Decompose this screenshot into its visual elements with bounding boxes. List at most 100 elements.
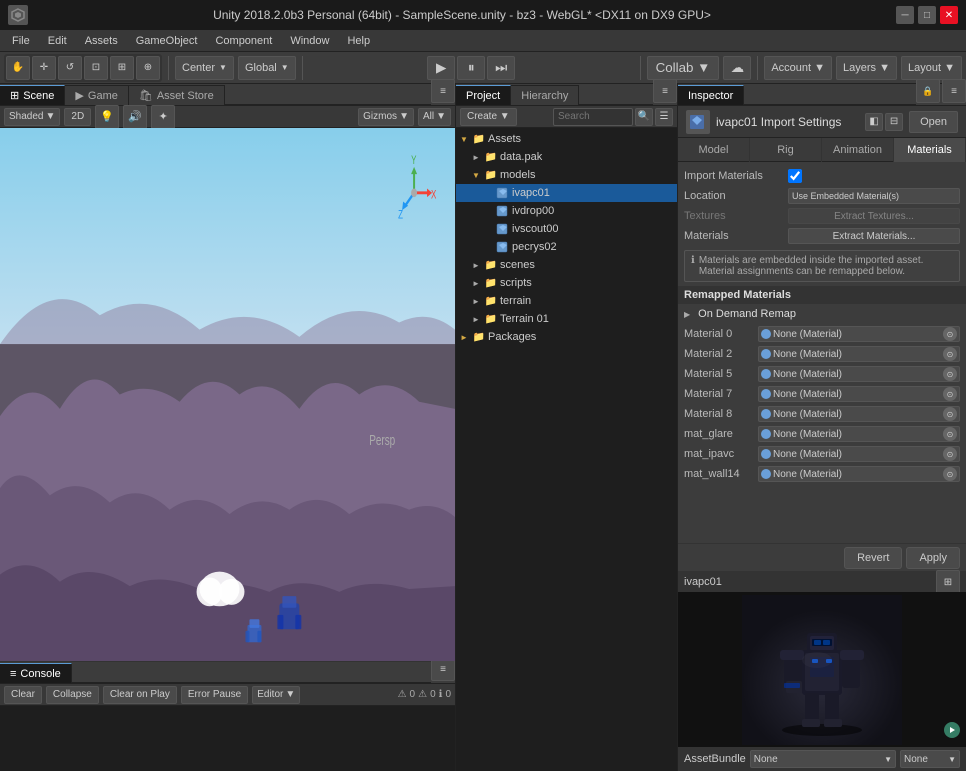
material-picker-button[interactable]: ⊙ (943, 387, 957, 401)
material-picker-button[interactable]: ⊙ (943, 467, 957, 481)
material-none-label: None (Material) (773, 469, 842, 480)
tree-item-scenes[interactable]: ► 📁 scenes (456, 256, 677, 274)
error-pause-button[interactable]: Error Pause (181, 686, 248, 704)
menu-assets[interactable]: Assets (77, 33, 126, 49)
material-picker-button[interactable]: ⊙ (943, 447, 957, 461)
toolbar-sep-4 (757, 56, 758, 80)
tree-item-terrain[interactable]: ► 📁 terrain (456, 292, 677, 310)
material-picker-button[interactable]: ⊙ (943, 367, 957, 381)
scene-light-button[interactable]: 💡 (95, 105, 119, 129)
sub-tab-model[interactable]: Model (678, 138, 750, 162)
scene-audio-button[interactable]: 🔊 (123, 105, 147, 129)
tab-asset-store[interactable]: 🛍 Asset Store (129, 85, 225, 105)
assetbundle-variant-dropdown[interactable]: None ▼ (900, 750, 960, 768)
search-input[interactable] (553, 108, 633, 126)
scene-effects-button[interactable]: ✦ (151, 105, 175, 129)
global-dropdown[interactable]: Global ▼ (238, 56, 296, 80)
editor-dropdown[interactable]: Editor ▼ (252, 686, 300, 704)
project-options-button[interactable]: ≡ (653, 79, 677, 103)
sub-tab-rig[interactable]: Rig (750, 138, 822, 162)
inspector-panel: Inspector 🔒 ≡ ivapc01 Import Settings ◧ … (678, 84, 966, 771)
tab-console[interactable]: ≡ Console (0, 663, 72, 683)
collapse-button[interactable]: Collapse (46, 686, 99, 704)
shading-dropdown[interactable]: Shaded ▼ (4, 108, 60, 126)
tree-item-ivapc01[interactable]: ivapc01 (456, 184, 677, 202)
inspector-icon-btn-1[interactable]: ◧ (865, 113, 883, 131)
maximize-button[interactable]: □ (918, 6, 936, 24)
label-scripts: scripts (500, 277, 532, 289)
tab-hierarchy[interactable]: Hierarchy (511, 85, 579, 105)
assetbundle-dropdown[interactable]: None ▼ (750, 750, 896, 768)
tab-inspector[interactable]: Inspector (678, 85, 744, 105)
sub-tab-materials[interactable]: Materials (894, 138, 966, 162)
location-dropdown[interactable]: Use Embedded Material(s) (788, 188, 960, 204)
move-tool-button[interactable]: ✛ (32, 56, 56, 80)
gizmos-dropdown[interactable]: Gizmos ▼ (358, 108, 414, 126)
tree-item-assets[interactable]: ▼ 📁 Assets (456, 130, 677, 148)
tree-item-models[interactable]: ▼ 📁 models (456, 166, 677, 184)
preview-canvas[interactable] (678, 592, 966, 747)
filter-button[interactable]: ☰ (655, 108, 673, 126)
extract-materials-button[interactable]: Extract Materials... (788, 228, 960, 244)
tree-item-ivdrop00[interactable]: ivdrop00 (456, 202, 677, 220)
import-materials-checkbox[interactable] (788, 169, 802, 183)
apply-button[interactable]: Apply (906, 547, 960, 569)
minimize-button[interactable]: ─ (896, 6, 914, 24)
tab-project[interactable]: Project (456, 85, 511, 105)
menu-file[interactable]: File (4, 33, 38, 49)
preview-expand-button[interactable]: ⊞ (936, 570, 960, 594)
scene-view[interactable]: X Y Z Persp (0, 128, 455, 661)
material-none-label: None (Material) (773, 329, 842, 340)
tree-item-pecrys02[interactable]: pecrys02 (456, 238, 677, 256)
revert-button[interactable]: Revert (844, 547, 902, 569)
panel-options-button[interactable]: ≡ (431, 79, 455, 103)
pause-button[interactable]: ⏸ (457, 56, 485, 80)
tab-scene[interactable]: ⊞ Scene (0, 85, 65, 105)
inspector-options-button[interactable]: ≡ (942, 79, 966, 103)
arrow-datapak: ► (472, 153, 484, 162)
menu-help[interactable]: Help (339, 33, 378, 49)
sub-tab-animation[interactable]: Animation (822, 138, 894, 162)
tree-item-terrain01[interactable]: ► 📁 Terrain 01 (456, 310, 677, 328)
create-button[interactable]: Create ▼ (460, 108, 517, 126)
menu-edit[interactable]: Edit (40, 33, 75, 49)
tab-game[interactable]: ▶ Game (65, 85, 128, 105)
lock-button[interactable]: 🔒 (916, 79, 940, 103)
2d-toggle[interactable]: 2D (64, 108, 91, 126)
menu-component[interactable]: Component (207, 33, 280, 49)
inspector-sub-tabs: Model Rig Animation Materials (678, 138, 966, 162)
tree-item-ivscout00[interactable]: ivscout00 (456, 220, 677, 238)
account-dropdown[interactable]: Account ▼ (764, 56, 832, 80)
tree-item-scripts[interactable]: ► 📁 scripts (456, 274, 677, 292)
material-picker-button[interactable]: ⊙ (943, 427, 957, 441)
material-picker-button[interactable]: ⊙ (943, 347, 957, 361)
search-button[interactable]: 🔍 (635, 108, 653, 126)
tree-item-datapak[interactable]: ► 📁 data.pak (456, 148, 677, 166)
rect-tool-button[interactable]: ⊞ (110, 56, 134, 80)
clear-button[interactable]: Clear (4, 686, 42, 704)
material-picker-button[interactable]: ⊙ (943, 327, 957, 341)
hand-tool-button[interactable]: ✋ (6, 56, 30, 80)
folder-icon-packages: 📁 (472, 330, 486, 344)
preview-interact-btn[interactable] (942, 720, 962, 743)
close-button[interactable]: ✕ (940, 6, 958, 24)
transform-tool-button[interactable]: ⊕ (136, 56, 160, 80)
menu-gameobject[interactable]: GameObject (128, 33, 206, 49)
step-button[interactable]: ⏭ (487, 56, 515, 80)
open-button[interactable]: Open (909, 111, 958, 133)
extract-textures-button[interactable]: Extract Textures... (788, 208, 960, 224)
collab-button[interactable]: Collab ▼ (647, 56, 720, 80)
inspector-icon-btn-2[interactable]: ⊟ (885, 113, 903, 131)
scale-tool-button[interactable]: ⊡ (84, 56, 108, 80)
layers-dropdown[interactable]: Layers ▼ (836, 56, 897, 80)
rotate-tool-button[interactable]: ↺ (58, 56, 82, 80)
tree-item-packages[interactable]: ► 📁 Packages (456, 328, 677, 346)
layout-dropdown[interactable]: Layout ▼ (901, 56, 962, 80)
cloud-button[interactable]: ☁ (723, 56, 751, 80)
menu-window[interactable]: Window (282, 33, 337, 49)
play-button[interactable]: ▶ (427, 56, 455, 80)
clear-on-play-button[interactable]: Clear on Play (103, 686, 177, 704)
center-dropdown[interactable]: Center ▼ (175, 56, 234, 80)
all-objects-dropdown[interactable]: All ▼ (418, 108, 451, 126)
material-picker-button[interactable]: ⊙ (943, 407, 957, 421)
